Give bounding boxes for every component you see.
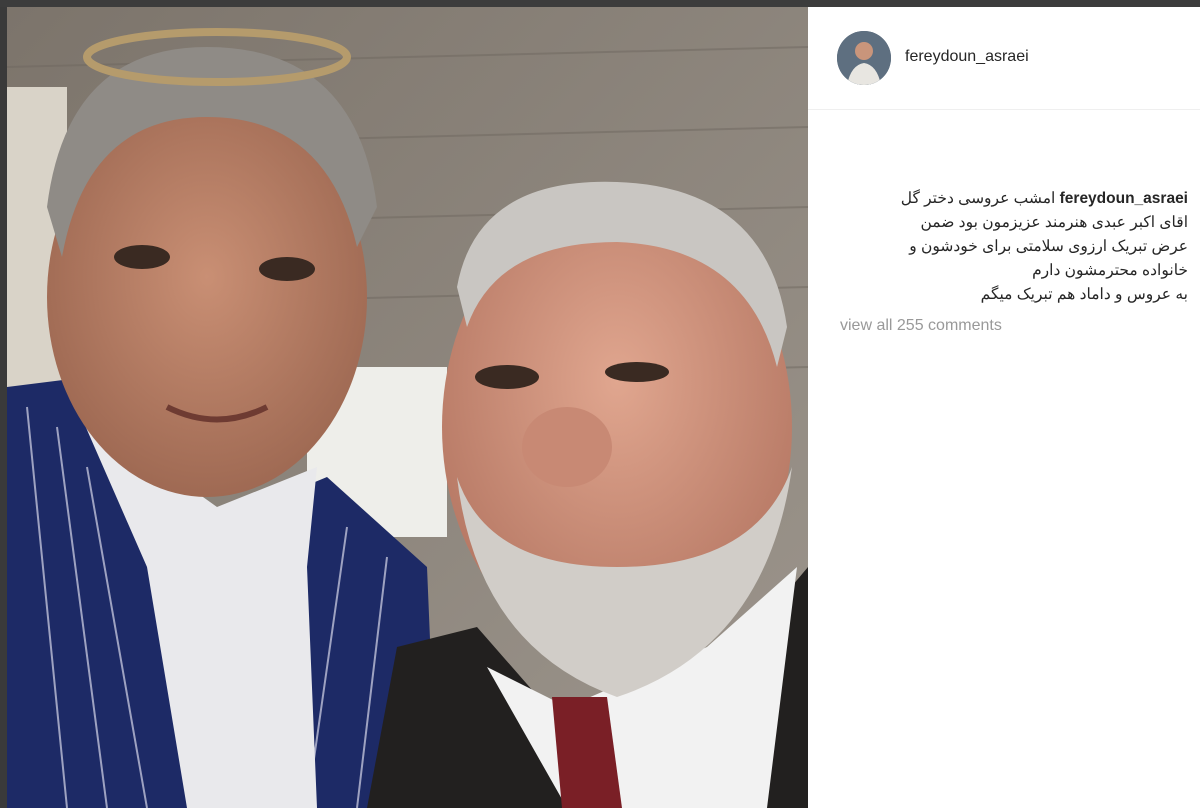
caption-text: خانواده محترمشون دارم bbox=[1032, 262, 1188, 279]
post-side-panel: fereydoun_asraei fereydoun_asraei امشب ع… bbox=[808, 7, 1200, 808]
caption-first-line: fereydoun_asraei امشب عروسی دختر گل bbox=[838, 187, 1188, 211]
post-photo-illustration bbox=[7, 7, 808, 808]
username-link[interactable]: fereydoun_asraei bbox=[905, 48, 1029, 66]
post-photo[interactable] bbox=[7, 7, 808, 808]
caption-text: امشب عروسی دختر گل bbox=[900, 190, 1056, 207]
profile-photo-icon bbox=[837, 31, 891, 85]
caption-text: عرض تبریک ارزوی سلامتی برای خودشون و bbox=[909, 238, 1188, 255]
caption-text: به عروس و داماد هم تبریک میگم bbox=[980, 286, 1188, 303]
caption-text: اقای اکبر عبدی هنرمند عزیزمون بود ضمن bbox=[920, 214, 1188, 231]
avatar[interactable] bbox=[837, 31, 891, 85]
view-all-comments-link[interactable]: view all 255 comments bbox=[840, 317, 1002, 335]
caption-author-link[interactable]: fereydoun_asraei bbox=[1060, 190, 1188, 207]
post-caption: fereydoun_asraei امشب عروسی دختر گل اقای… bbox=[838, 187, 1188, 307]
browser-top-bar bbox=[0, 0, 1200, 7]
post-header: fereydoun_asraei bbox=[808, 7, 1200, 110]
